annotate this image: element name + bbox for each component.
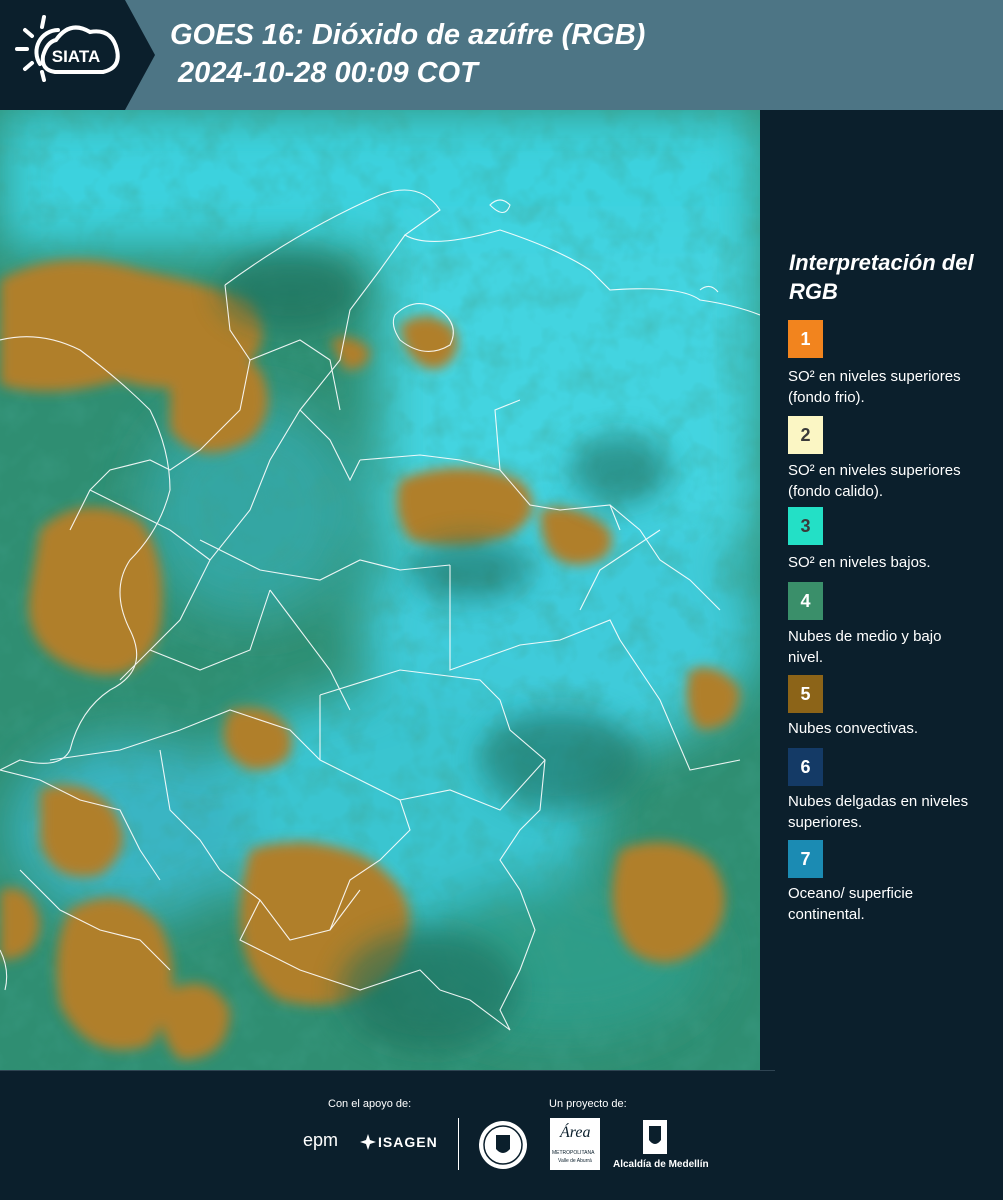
isagen-text: ISAGEN: [378, 1134, 438, 1150]
legend-heading: Interpretación del RGB: [789, 250, 974, 304]
area-metropolitana-logo: Área METROPOLITANA Valle de Aburrá: [550, 1118, 600, 1170]
isagen-icon: [360, 1134, 376, 1150]
footer-rule: [0, 1070, 775, 1071]
satellite-image-map: [0, 110, 760, 1070]
footer-divider: [458, 1118, 459, 1170]
area-logo-sub: METROPOLITANA: [552, 1150, 595, 1156]
alcaldia-text: Alcaldía de Medellín: [613, 1159, 709, 1170]
legend-text-7: Oceano/ superficie continental.: [788, 885, 914, 923]
legend-panel: Interpretación del RGB 1 SO² en niveles …: [760, 110, 1003, 1070]
logo-text: SIATA: [52, 47, 100, 66]
legend-swatch-1: 1: [788, 320, 823, 358]
area-logo-sub2: Valle de Aburrá: [558, 1158, 592, 1164]
epm-logo: epm: [303, 1130, 339, 1150]
logo-panel: SIATA: [0, 0, 155, 110]
area-logo-text: Área: [560, 1124, 591, 1141]
legend-text-6: Nubes delgadas en niveles superiores.: [788, 793, 969, 831]
project-label: Un proyecto de:: [549, 1098, 627, 1110]
legend-swatch-6: 6: [788, 748, 823, 786]
satellite-image: [0, 110, 760, 1070]
legend-text-2: SO² en niveles superiores (fondo calido)…: [788, 462, 961, 500]
legend-swatch-2: 2: [788, 416, 823, 454]
legend-swatch-7: 7: [788, 840, 823, 878]
legend-text-5: Nubes convectivas.: [788, 720, 919, 737]
alcaldia-crest-icon: [643, 1120, 667, 1154]
support-label: Con el apoyo de:: [328, 1098, 412, 1110]
legend-swatch-3: 3: [788, 507, 823, 545]
legend-text-4: Nubes de medio y bajo nivel.: [788, 628, 942, 666]
page-title: GOES 16: Dióxido de azúfre (RGB) 2024-10…: [170, 19, 646, 89]
medellin-seal-icon: [479, 1121, 527, 1169]
header-bar: SIATA GOES 16: Dióxido de azúfre (RGB) 2…: [0, 0, 1003, 110]
footer: Con el apoyo de: Un proyecto de: epm ISA…: [0, 1070, 1003, 1200]
legend-text-3: SO² en niveles bajos.: [788, 554, 931, 571]
legend-swatch-5: 5: [788, 675, 823, 713]
legend-text-1: SO² en niveles superiores (fondo frio).: [788, 368, 961, 406]
legend-swatch-4: 4: [788, 582, 823, 620]
